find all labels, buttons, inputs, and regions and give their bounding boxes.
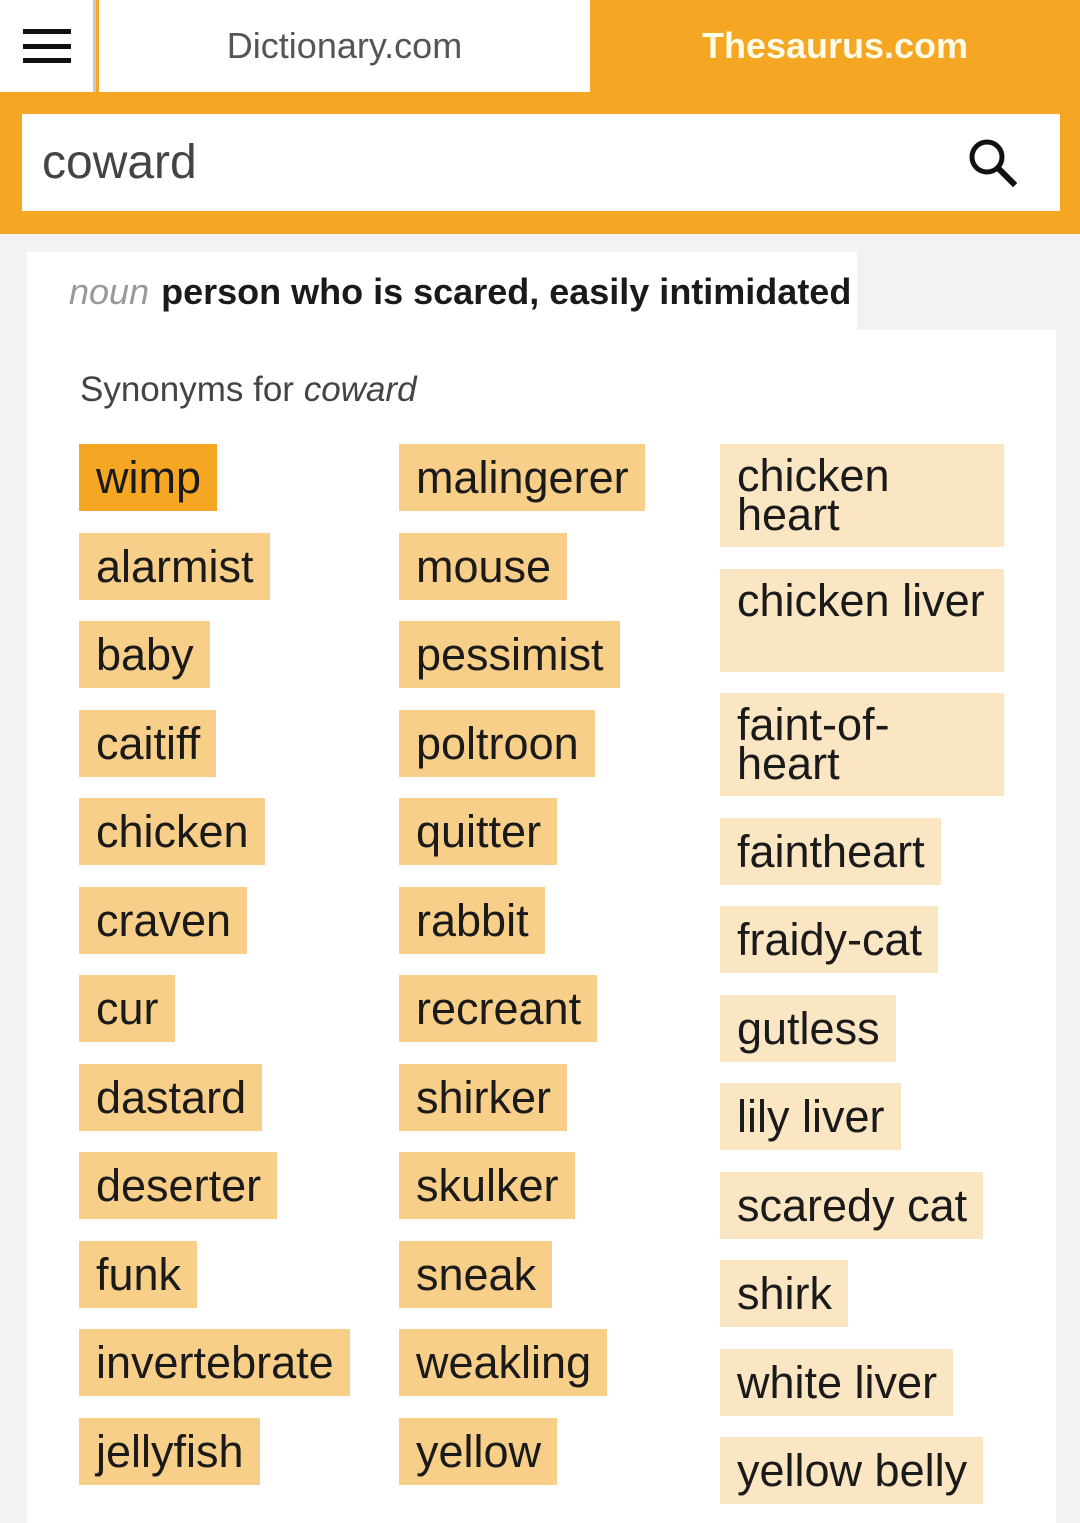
tab-dictionary[interactable]: Dictionary.com [99, 0, 590, 92]
synonym-tag[interactable]: weakling [399, 1329, 608, 1396]
synonym-tag[interactable]: rabbit [399, 886, 545, 954]
definition-tab[interactable]: noun person who is scared, easily intimi… [27, 252, 857, 332]
part-of-speech: noun [69, 271, 150, 312]
synonym-tag[interactable]: caitiff [79, 709, 217, 777]
synonym-tag[interactable]: chicken [79, 798, 265, 865]
synonym-tag[interactable]: faint-of-heart [720, 693, 1004, 796]
synonym-tag[interactable]: shirk [720, 1260, 849, 1327]
synonym-tag[interactable]: skulker [399, 1152, 575, 1219]
synonym-column-2: malingerer mouse pessimist poltroon quitter r… [399, 444, 645, 1506]
synonym-tag[interactable]: poltroon [399, 709, 595, 777]
synonyms-heading-prefix: Synonyms for [80, 370, 294, 409]
synonyms-heading: Synonyms for coward [80, 370, 417, 410]
synonym-tag[interactable]: lily liver [720, 1083, 901, 1150]
hamburger-menu-icon [22, 29, 71, 63]
synonym-tag[interactable]: alarmist [79, 532, 270, 600]
search-input[interactable] [22, 117, 922, 208]
synonym-tag[interactable]: recreant [399, 975, 598, 1042]
synonym-tag[interactable]: fraidy-cat [720, 906, 939, 973]
synonym-tag[interactable]: baby [79, 621, 210, 688]
synonym-tag[interactable]: funk [79, 1240, 198, 1308]
search-box [22, 114, 1060, 211]
synonym-tag[interactable]: dastard [79, 1063, 263, 1131]
synonym-column-1: wimp alarmist baby caitiff chicken craven cur d… [79, 444, 350, 1506]
synonym-tag[interactable]: chicken liver [720, 568, 1004, 672]
synonym-tag[interactable]: wimp [79, 444, 218, 511]
synonyms-heading-word: coward [303, 370, 417, 409]
top-navigation-bar: Dictionary.com Thesaurus.com [0, 0, 1080, 92]
synonym-tag[interactable]: white liver [720, 1348, 954, 1416]
synonym-column-3: chicken heart chicken liver faint-of-heart… [720, 444, 1004, 1523]
synonym-tag[interactable]: yellow [399, 1417, 558, 1485]
synonym-tag[interactable]: quitter [399, 798, 558, 865]
synonym-tag[interactable]: mouse [399, 532, 568, 600]
synonym-tag[interactable]: jellyfish [79, 1417, 260, 1485]
synonym-tag[interactable]: invertebrate [79, 1329, 350, 1396]
tab-thesaurus[interactable]: Thesaurus.com [590, 0, 1080, 92]
synonym-tag[interactable]: yellow belly [720, 1437, 984, 1504]
synonym-tag[interactable]: craven [79, 886, 248, 954]
synonym-tag[interactable]: malingerer [399, 444, 645, 511]
synonym-tag[interactable]: gutless [720, 994, 896, 1062]
search-button[interactable] [966, 136, 1020, 190]
synonym-tag[interactable]: cur [79, 975, 175, 1042]
menu-button[interactable] [0, 0, 96, 92]
synonym-tag[interactable]: sneak [399, 1240, 553, 1308]
synonym-tag[interactable]: scaredy cat [720, 1171, 984, 1239]
synonym-tag[interactable]: faintheart [720, 817, 941, 885]
synonym-tag[interactable]: chicken heart [720, 444, 1004, 547]
synonym-tag[interactable]: deserter [79, 1152, 278, 1219]
search-band [0, 92, 1080, 234]
definition-text: person who is scared, easily intimidated [161, 271, 852, 312]
search-icon [969, 139, 1018, 188]
synonyms-panel: Synonyms for coward wimp alarmist baby cait… [27, 330, 1056, 1523]
synonym-tag[interactable]: pessimist [399, 621, 620, 688]
synonym-tag[interactable]: shirker [399, 1063, 568, 1131]
